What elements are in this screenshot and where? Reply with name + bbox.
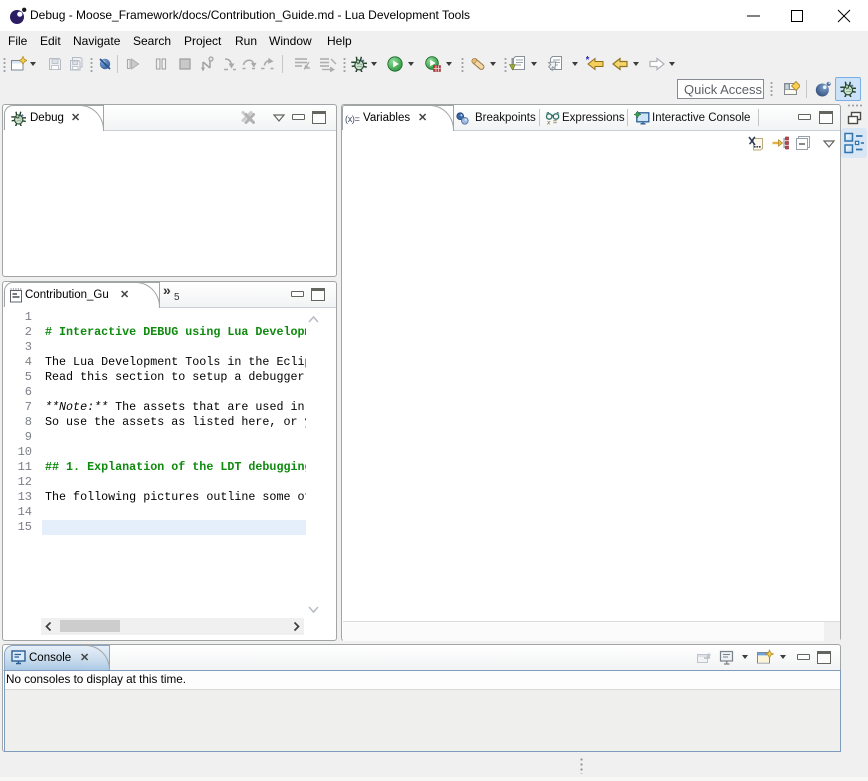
svg-text:*: * — [586, 56, 590, 66]
svg-text:x: x — [546, 120, 551, 127]
svg-text:=: = — [553, 120, 557, 127]
